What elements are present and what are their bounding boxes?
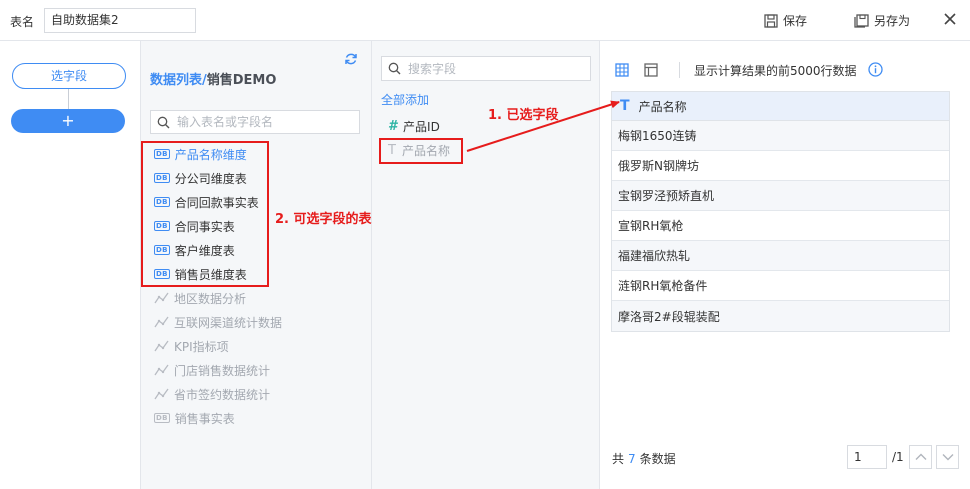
- add-all-link[interactable]: 全部添加: [381, 91, 429, 108]
- search-icon: [157, 116, 170, 129]
- available-tables-highlight: [141, 141, 269, 287]
- page-number-input[interactable]: 1: [847, 445, 887, 469]
- breadcrumb-package: 销售DEMO: [206, 73, 277, 88]
- dialog-header: 表名 自助数据集2 保存 另存为: [0, 0, 970, 41]
- field-label: 产品ID: [403, 120, 440, 134]
- close-button[interactable]: [942, 11, 958, 29]
- table-item[interactable]: DB 销售事实表: [154, 408, 235, 428]
- save-as-button[interactable]: 另存为: [854, 12, 910, 29]
- breadcrumb-data-list[interactable]: 数据列表/: [150, 73, 207, 88]
- steps-panel: 选字段 +: [0, 41, 141, 489]
- table-item-label: KPI指标项: [174, 339, 229, 354]
- refresh-icon[interactable]: [344, 52, 358, 66]
- table-row: 梅钢1650连铸: [612, 121, 949, 151]
- table-row: 俄罗斯N钢牌坊: [612, 151, 949, 181]
- table-search: [150, 110, 360, 134]
- text-column-icon: T: [620, 98, 630, 114]
- table-view-button[interactable]: [615, 63, 629, 80]
- save-label: 保存: [783, 14, 808, 28]
- table-item[interactable]: 门店销售数据统计: [154, 360, 270, 380]
- table-item-label: 门店销售数据统计: [174, 363, 271, 378]
- annotation-selected-field: 1. 已选字段: [488, 108, 559, 123]
- annotation-available-tables: 2. 可选字段的表: [275, 212, 372, 227]
- package-breadcrumb: 数据列表/销售DEMO: [150, 69, 276, 88]
- field-item-product-id[interactable]: # 产品ID: [388, 118, 440, 135]
- preview-note: 显示计算结果的前5000行数据: [694, 64, 857, 78]
- next-page-button[interactable]: [936, 445, 959, 469]
- prev-page-button[interactable]: [909, 445, 932, 469]
- save-as-label: 另存为: [874, 14, 911, 28]
- table-row: 宣钢RH氧枪: [612, 211, 949, 241]
- table-item-label: 地区数据分析: [174, 291, 247, 306]
- table-item[interactable]: KPI指标项: [154, 336, 229, 356]
- row-count-prefix: 共: [612, 452, 625, 466]
- preview-rows: 梅钢1650连铸 俄罗斯N钢牌坊 宝钢罗泾预矫直机 宣钢RH氧枪 福建福欣热轧 涟钢RH氧…: [612, 121, 949, 331]
- save-button[interactable]: 保存: [764, 12, 807, 29]
- toolbar-divider: [679, 62, 680, 78]
- table-item[interactable]: 地区数据分析: [154, 288, 246, 308]
- preview-panel: 显示计算结果的前5000行数据 T 产品名称 梅钢1650连铸 俄罗斯N钢牌坊 宝钢…: [599, 41, 970, 489]
- layout-view-button[interactable]: [644, 63, 658, 80]
- analysis-table-icon: [154, 388, 169, 400]
- save-icon: [764, 13, 778, 28]
- chevron-down-icon: [942, 454, 954, 461]
- table-item[interactable]: 省市签约数据统计: [154, 384, 270, 404]
- save-as-icon: [854, 13, 869, 28]
- row-count: 共 7 条数据: [612, 450, 676, 467]
- database-table-icon: DB: [154, 413, 170, 423]
- page-total: /1: [892, 450, 904, 464]
- table-search-input[interactable]: [177, 114, 355, 130]
- table-row: 福建福欣热轧: [612, 241, 949, 271]
- table-item[interactable]: 互联网渠道统计数据: [154, 312, 282, 332]
- table-row: 摩洛哥2#段辊装配: [612, 301, 949, 331]
- row-count-value: 7: [628, 452, 636, 466]
- analysis-table-icon: [154, 340, 169, 352]
- analysis-table-icon: [154, 364, 169, 376]
- preview-table: T 产品名称 梅钢1650连铸 俄罗斯N钢牌坊 宝钢罗泾预矫直机 宣钢RH氧枪 福建福欣…: [611, 91, 950, 332]
- analysis-table-icon: [154, 316, 169, 328]
- close-icon: [944, 13, 956, 25]
- table-row: 宝钢罗泾预矫直机: [612, 181, 949, 211]
- layout-icon: [644, 63, 658, 77]
- chevron-up-icon: [915, 453, 927, 460]
- table-name-label: 表名: [10, 15, 35, 29]
- info-icon[interactable]: [868, 62, 883, 80]
- field-search: [381, 56, 591, 81]
- grid-icon: [615, 63, 629, 77]
- table-row: 涟钢RH氧枪备件: [612, 271, 949, 301]
- select-field-step[interactable]: 选字段: [12, 63, 126, 89]
- table-item-label: 省市签约数据统计: [174, 387, 271, 402]
- selected-field-highlight: [379, 138, 463, 164]
- field-search-input[interactable]: [408, 61, 586, 77]
- column-header-label: 产品名称: [638, 99, 687, 114]
- add-step-button[interactable]: +: [11, 109, 125, 133]
- row-count-suffix: 条数据: [639, 452, 676, 466]
- step-connector: [68, 89, 69, 109]
- table-name-input[interactable]: 自助数据集2: [44, 8, 196, 33]
- fields-panel: 全部添加 # 产品ID T 产品名称: [371, 41, 599, 489]
- table-item-label: 互联网渠道统计数据: [174, 315, 283, 330]
- search-icon: [388, 62, 401, 75]
- analysis-table-icon: [154, 292, 169, 304]
- table-item-label: 销售事实表: [174, 411, 235, 426]
- preview-column-header[interactable]: T 产品名称: [612, 92, 949, 121]
- number-field-icon: #: [388, 119, 398, 134]
